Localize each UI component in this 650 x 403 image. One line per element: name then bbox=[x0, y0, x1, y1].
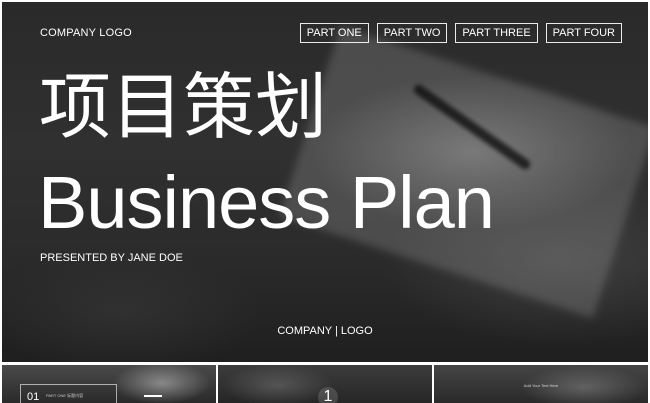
title-chinese: 项目策划 bbox=[39, 68, 328, 148]
nav-part-four[interactable]: PART FOUR bbox=[545, 23, 622, 43]
title-english: Business Plan bbox=[38, 161, 495, 244]
nav-part-three[interactable]: PART THREE bbox=[455, 23, 538, 43]
slide-thumbnail-3[interactable]: Add Your Text Here bbox=[434, 365, 648, 403]
footer-company-logo: COMPANY | LOGO bbox=[277, 325, 373, 337]
top-navigation: PART ONE PART TWO PART THREE PART FOUR bbox=[299, 23, 622, 43]
slide-thumbnail-1[interactable]: 01 PART ONE 标题内容 bbox=[2, 365, 216, 403]
presented-by: PRESENTED BY JANE DOE bbox=[40, 252, 183, 264]
thumbnail-mark bbox=[144, 395, 162, 403]
thumbnail-number: 1 bbox=[318, 387, 338, 403]
thumbnail-text: Add Your Text Here bbox=[523, 383, 559, 388]
nav-part-one[interactable]: PART ONE bbox=[299, 23, 369, 43]
slide-thumbnail-strip: 01 PART ONE 标题内容 1 Add Your Text Here bbox=[2, 365, 648, 403]
thumbnail-subtitle: PART ONE 标题内容 bbox=[46, 393, 84, 398]
thumbnail-number: 01 bbox=[27, 391, 40, 403]
slide-thumbnail-2[interactable]: 1 bbox=[218, 365, 432, 403]
title-slide: COMPANY LOGO PART ONE PART TWO PART THRE… bbox=[2, 2, 648, 362]
nav-part-two[interactable]: PART TWO bbox=[376, 23, 448, 43]
company-logo-text: COMPANY LOGO bbox=[40, 27, 132, 39]
